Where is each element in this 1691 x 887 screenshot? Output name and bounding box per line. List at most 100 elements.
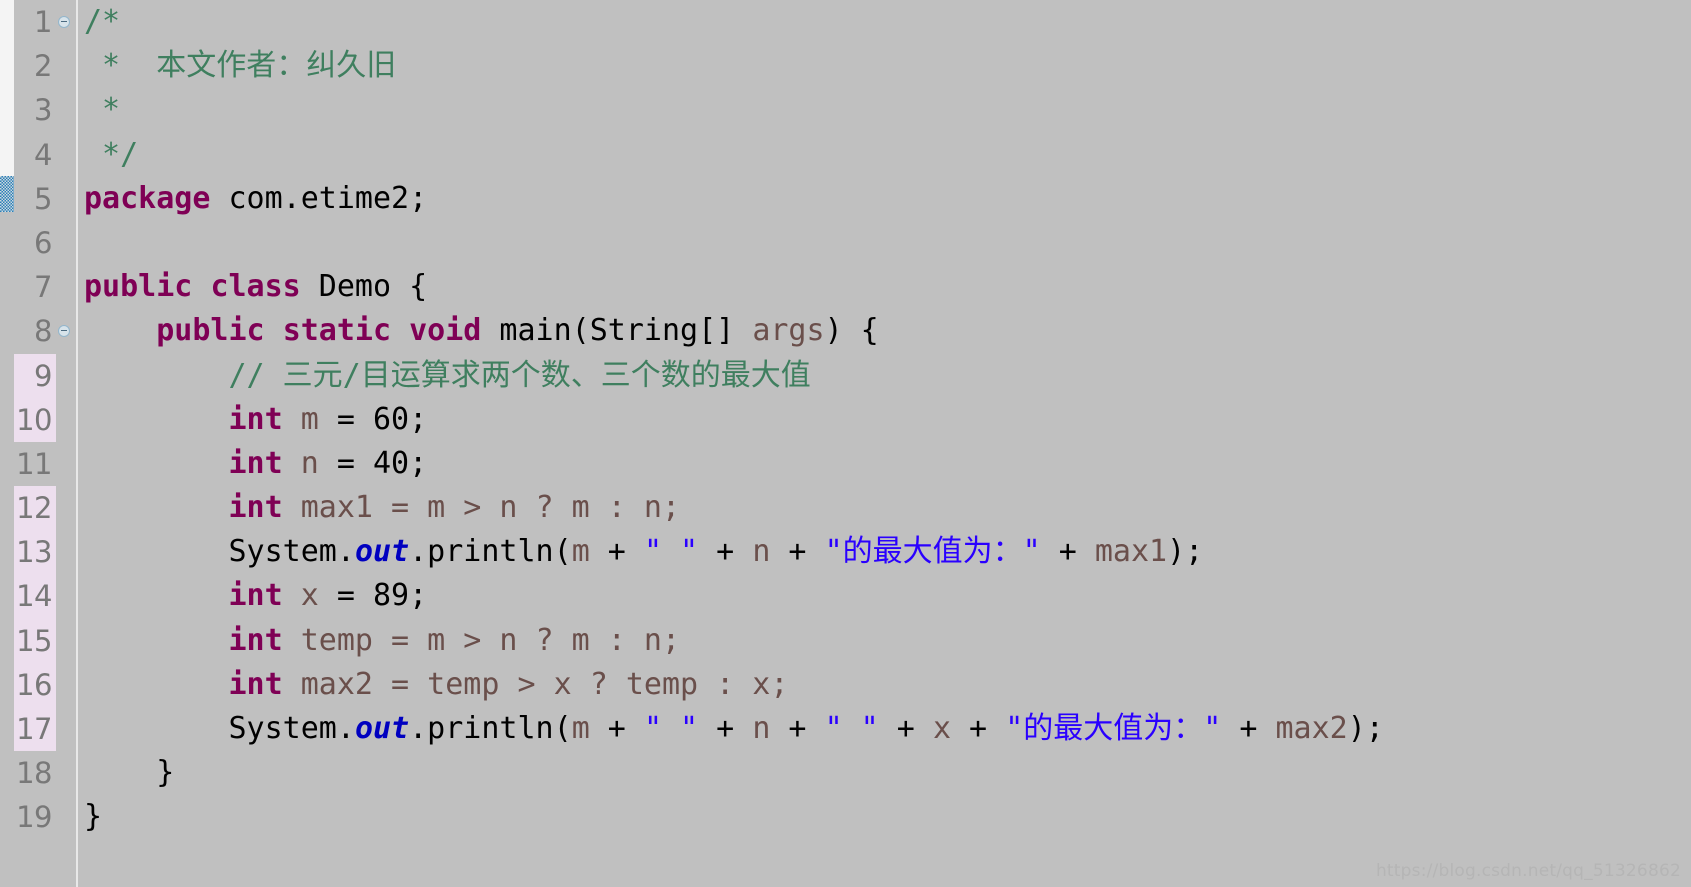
code-line-11[interactable]: int n = 40; bbox=[80, 442, 1691, 486]
fold-row-2 bbox=[56, 44, 80, 88]
line-number-12[interactable]: 12 bbox=[14, 486, 56, 531]
operator-plus: + bbox=[770, 534, 825, 570]
comment-token: * bbox=[84, 92, 121, 128]
keyword-int: int bbox=[228, 490, 283, 526]
line-number-8[interactable]: 8 bbox=[14, 309, 56, 353]
statement-end: ); bbox=[1347, 711, 1384, 746]
line-number-15[interactable]: 15 bbox=[14, 618, 56, 663]
keyword-int: int bbox=[228, 622, 283, 658]
line-number-1[interactable]: 1 bbox=[14, 0, 56, 44]
fold-row-19 bbox=[56, 795, 80, 839]
line-number-18[interactable]: 18 bbox=[14, 751, 56, 795]
code-line-5[interactable]: package com.etime2; bbox=[80, 177, 1691, 221]
code-line-6[interactable] bbox=[80, 221, 1691, 265]
code-line-9[interactable]: // 三元/目运算求两个数、三个数的最大值 bbox=[80, 354, 1691, 398]
code-folding-column[interactable] bbox=[56, 0, 80, 887]
keyword-public: public bbox=[156, 313, 265, 349]
static-field-out: out bbox=[354, 711, 410, 746]
string-literal: " " bbox=[643, 534, 699, 570]
variable-m: m bbox=[571, 534, 590, 570]
line-number-14[interactable]: 14 bbox=[14, 574, 56, 619]
closing-brace: } bbox=[84, 799, 103, 835]
class-declaration: Demo { bbox=[300, 269, 428, 305]
line-number-5[interactable]: 5 bbox=[14, 177, 56, 221]
line-number-10[interactable]: 10 bbox=[14, 397, 56, 442]
fold-row-7 bbox=[56, 265, 80, 309]
code-line-16[interactable]: int max2 = temp > x ? temp : x; bbox=[80, 663, 1691, 707]
line-number-16[interactable]: 16 bbox=[14, 662, 56, 707]
code-line-14[interactable]: int x = 89; bbox=[80, 574, 1691, 618]
fold-row-16 bbox=[56, 663, 80, 707]
fold-row-12 bbox=[56, 486, 80, 530]
parameter-args: args bbox=[752, 313, 825, 349]
line-number-11[interactable]: 11 bbox=[14, 442, 56, 486]
ternary-expression: max2 = temp > x ? temp : x; bbox=[282, 666, 789, 702]
fold-collapse-icon[interactable] bbox=[58, 16, 70, 28]
line-number-9[interactable]: 9 bbox=[14, 353, 56, 398]
keyword-class: class bbox=[210, 269, 301, 305]
variable-x: x bbox=[282, 578, 319, 614]
code-line-10[interactable]: int m = 60; bbox=[80, 398, 1691, 442]
code-line-8[interactable]: public static void main(String[] args) { bbox=[80, 309, 1691, 353]
code-line-12[interactable]: int max1 = m > n ? m : n; bbox=[80, 486, 1691, 530]
code-line-2[interactable]: * 本文作者：纠久旧 bbox=[80, 44, 1691, 88]
operator-plus: + bbox=[878, 711, 933, 746]
operator-plus: + bbox=[1040, 534, 1095, 570]
line-number-7[interactable]: 7 bbox=[14, 265, 56, 309]
keyword-int: int bbox=[228, 445, 283, 481]
code-line-3[interactable]: * bbox=[80, 88, 1691, 132]
assignment: = 89; bbox=[318, 578, 428, 614]
line-number-2[interactable]: 2 bbox=[14, 44, 56, 88]
operator-plus: + bbox=[698, 534, 753, 570]
assignment: = 60; bbox=[318, 401, 428, 437]
annotation-ruler[interactable] bbox=[0, 0, 14, 887]
line-number-6[interactable]: 6 bbox=[14, 221, 56, 265]
line-number-17[interactable]: 17 bbox=[14, 707, 56, 752]
code-line-1[interactable]: /* bbox=[80, 0, 1691, 44]
fold-row-1[interactable] bbox=[56, 0, 80, 44]
variable-m: m bbox=[571, 711, 590, 746]
operator-plus: + bbox=[698, 711, 753, 746]
fold-row-6 bbox=[56, 221, 80, 265]
fold-row-14 bbox=[56, 574, 80, 618]
variable-m: m bbox=[282, 401, 319, 437]
variable-n: n bbox=[752, 534, 771, 570]
operator-plus: + bbox=[770, 711, 825, 746]
assignment: = 40; bbox=[318, 445, 428, 481]
line-number-3[interactable]: 3 bbox=[14, 88, 56, 132]
line-number-19[interactable]: 19 bbox=[14, 795, 56, 839]
keyword-int: int bbox=[228, 578, 283, 614]
code-editor[interactable]: 1 2 3 4 5 6 7 8 9 10 11 12 13 14 15 16 1… bbox=[0, 0, 1691, 887]
keyword-public: public bbox=[84, 269, 193, 305]
code-line-18[interactable]: } bbox=[80, 751, 1691, 795]
code-line-17[interactable]: System.out.println(m + " " + n + " " + x… bbox=[80, 707, 1691, 751]
fold-row-4 bbox=[56, 133, 80, 177]
keyword-int: int bbox=[228, 401, 283, 437]
code-line-19[interactable]: } bbox=[80, 795, 1691, 839]
statement-end: ); bbox=[1167, 534, 1204, 570]
string-literal: " " bbox=[643, 711, 699, 746]
code-text-area[interactable]: /* * 本文作者：纠久旧 * */ package com.etime2; p… bbox=[80, 0, 1691, 887]
line-number-4[interactable]: 4 bbox=[14, 133, 56, 177]
comment-token: */ bbox=[84, 136, 139, 172]
keyword-void: void bbox=[409, 313, 482, 349]
code-line-4[interactable]: */ bbox=[80, 133, 1691, 177]
code-line-7[interactable]: public class Demo { bbox=[80, 265, 1691, 309]
code-line-15[interactable]: int temp = m > n ? m : n; bbox=[80, 619, 1691, 663]
change-bar-marker[interactable] bbox=[0, 176, 14, 212]
line-number-13[interactable]: 13 bbox=[14, 530, 56, 575]
code-line-13[interactable]: System.out.println(m + " " + n + "的最大值为：… bbox=[80, 530, 1691, 574]
fold-row-8[interactable] bbox=[56, 309, 80, 353]
fold-collapse-icon[interactable] bbox=[58, 325, 70, 338]
fold-row-15 bbox=[56, 619, 80, 663]
println-call: .println( bbox=[409, 711, 572, 746]
keyword-package: package bbox=[84, 180, 211, 216]
